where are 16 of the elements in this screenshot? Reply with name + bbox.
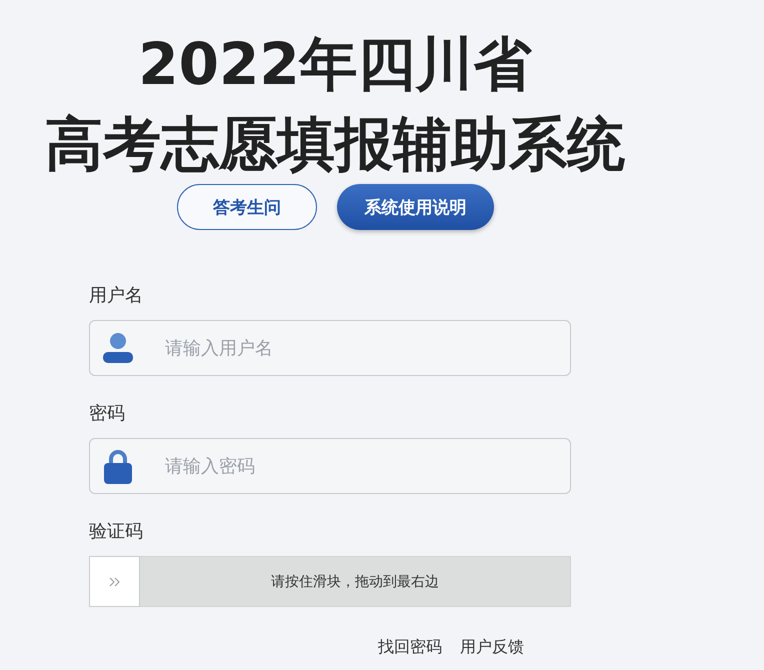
slider-hint: 请按住滑块，拖动到最右边 xyxy=(271,572,439,590)
double-chevron-icon xyxy=(108,576,120,586)
text-link[interactable]: 找回密码 xyxy=(378,637,442,658)
slider-handle[interactable] xyxy=(89,556,140,607)
user-icon xyxy=(102,332,134,364)
field-label: 密码 xyxy=(89,402,125,426)
nav-button[interactable]: 答考生问 xyxy=(177,184,317,230)
nav-button[interactable]: 系统使用说明 xyxy=(337,184,494,230)
page-title: 高考志愿填报辅助系统 xyxy=(45,109,625,180)
input-field[interactable]: 请输入用户名 xyxy=(89,320,571,376)
text-link[interactable]: 用户反馈 xyxy=(460,637,524,658)
page-title: 2022年四川省 xyxy=(138,29,532,100)
field-label: 验证码 xyxy=(89,520,143,544)
field-label: 用户名 xyxy=(89,284,143,308)
input-field[interactable]: 请输入密码 xyxy=(89,438,571,494)
lock-icon xyxy=(102,450,134,484)
